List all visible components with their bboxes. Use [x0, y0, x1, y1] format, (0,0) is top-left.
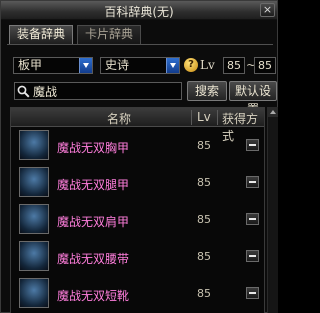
table-row[interactable]: 魔战无双腿甲 85 [11, 164, 264, 201]
item-name: 魔战无双短靴 [57, 289, 130, 303]
window-title: 百科辞典(无) [104, 5, 174, 19]
tab-equipment[interactable]: 装备辞典 [9, 25, 73, 44]
column-header-name[interactable]: 名称 [107, 110, 131, 127]
column-header-lv[interactable]: Lv [197, 110, 211, 124]
item-name: 魔战无双腿甲 [57, 178, 130, 192]
search-input[interactable] [33, 84, 179, 98]
item-level: 85 [197, 250, 211, 263]
item-level: 85 [197, 213, 211, 226]
help-icon[interactable]: ? [184, 58, 198, 72]
chevron-down-icon [79, 58, 92, 73]
armor-item-icon[interactable] [19, 204, 49, 234]
item-name: 魔战无双肩甲 [57, 215, 130, 229]
close-button[interactable]: × [260, 3, 275, 17]
minus-icon[interactable] [246, 139, 259, 151]
table-row[interactable]: 魔战无双腰带 85 [11, 238, 264, 275]
category-select[interactable]: 板甲 [13, 57, 93, 74]
chevron-down-icon [166, 58, 179, 73]
scrollbar[interactable] [267, 107, 278, 313]
item-level: 85 [197, 176, 211, 189]
search-field[interactable] [14, 82, 182, 100]
minus-icon[interactable] [246, 213, 259, 225]
results-table: 名称 Lv 获得方式 魔战无双胸甲 85 魔战无双腿甲 85 魔战无双肩甲 85… [10, 107, 265, 313]
level-min-input[interactable]: 85 [223, 57, 245, 74]
item-name: 魔战无双腰带 [57, 252, 130, 266]
search-icon [17, 85, 30, 98]
minus-icon[interactable] [246, 176, 259, 188]
armor-item-icon[interactable] [19, 130, 49, 160]
armor-item-icon[interactable] [19, 167, 49, 197]
item-level: 85 [197, 139, 211, 152]
armor-item-icon[interactable] [19, 241, 49, 271]
table-row[interactable]: 魔战无双胸甲 85 [11, 127, 264, 164]
encyclopedia-window: 百科辞典(无) × 装备辞典 卡片辞典 板甲 史诗 ? Lv 85 ~ 85 搜… [0, 0, 278, 313]
rarity-select-value: 史诗 [105, 58, 130, 72]
table-header: 名称 Lv 获得方式 [11, 108, 264, 143]
table-row[interactable]: 魔战无双短靴 85 [11, 275, 264, 312]
level-label: Lv [200, 58, 215, 72]
scroll-up-icon[interactable] [268, 107, 278, 117]
item-name: 魔战无双胸甲 [57, 141, 130, 155]
tab-cards[interactable]: 卡片辞典 [77, 25, 141, 44]
column-divider [191, 110, 192, 125]
column-divider [217, 110, 218, 125]
reset-defaults-button[interactable]: 默认设置 [229, 81, 277, 116]
rarity-select[interactable]: 史诗 [100, 57, 180, 74]
category-select-value: 板甲 [18, 58, 43, 72]
level-max-input[interactable]: 85 [254, 57, 276, 74]
minus-icon[interactable] [246, 287, 259, 299]
tab-divider [7, 44, 273, 45]
minus-icon[interactable] [246, 250, 259, 262]
title-bar[interactable]: 百科辞典(无) × [1, 1, 277, 20]
item-level: 85 [197, 287, 211, 300]
armor-item-icon[interactable] [19, 278, 49, 308]
table-row[interactable]: 魔战无双肩甲 85 [11, 201, 264, 238]
search-button[interactable]: 搜索 [187, 81, 227, 101]
